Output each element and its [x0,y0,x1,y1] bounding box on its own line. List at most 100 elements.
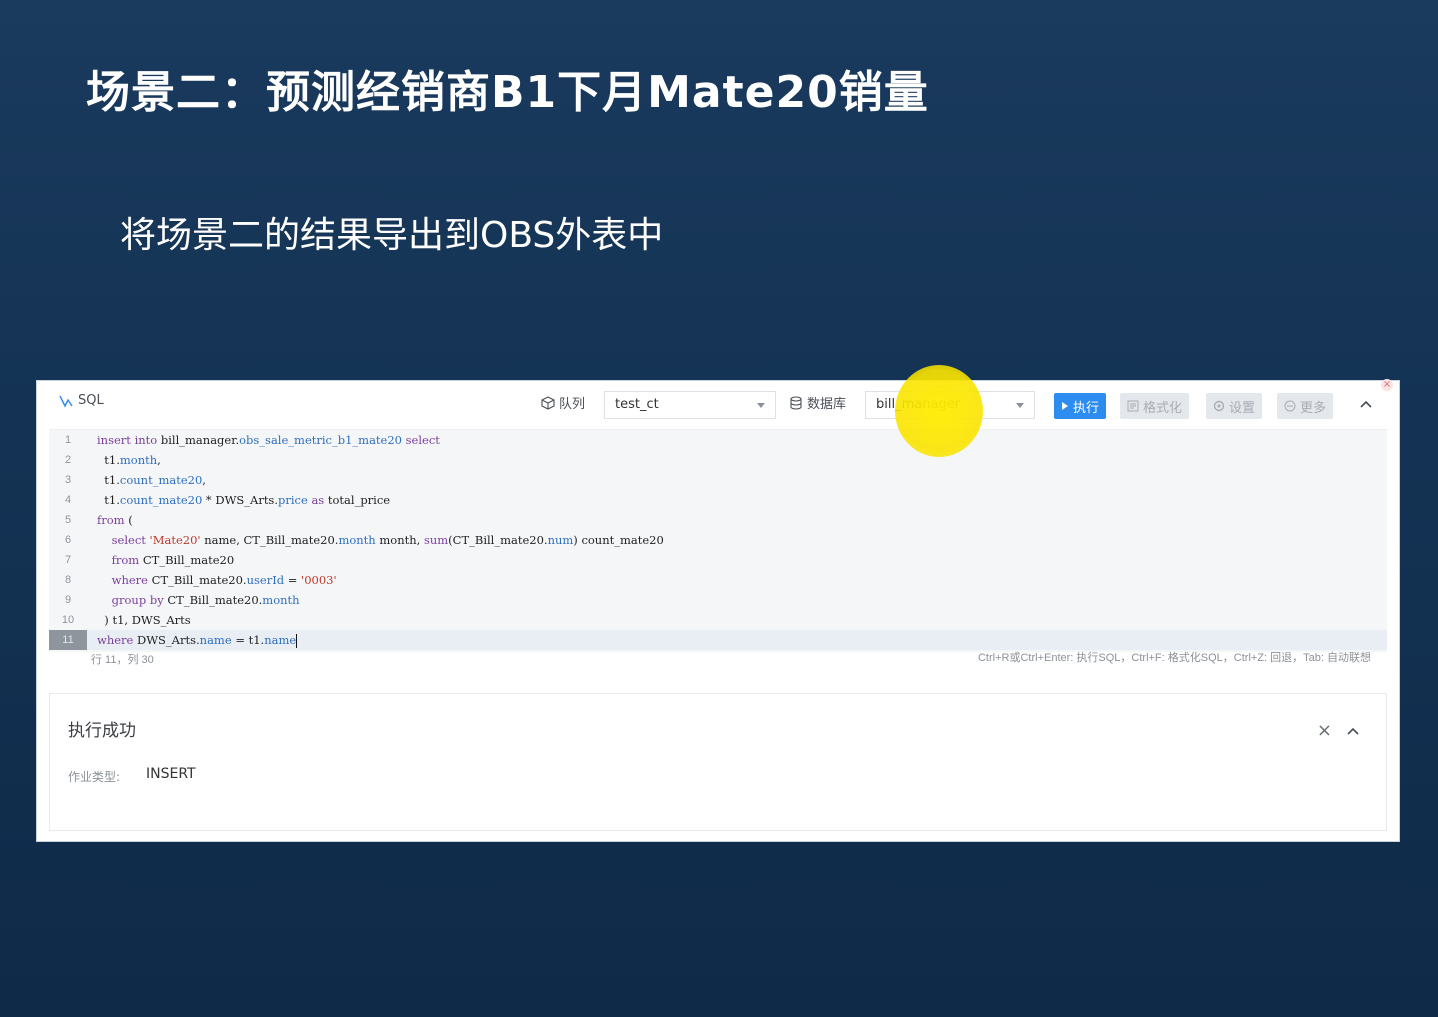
code-line[interactable]: 11 where DWS_Arts.name = t1.name [49,630,1387,650]
code-text: t1.month, [97,450,161,470]
code-line[interactable]: 1 insert into bill_manager.obs_sale_metri… [49,430,1387,450]
sql-tab[interactable]: SQL [59,393,104,408]
code-token: as [311,493,328,507]
queue-label-group: 队列 [541,393,585,412]
code-token: , [157,453,161,467]
format-button[interactable]: 格式化 [1120,393,1190,419]
sql-tab-label: SQL [78,393,104,408]
code-token: = t1. [235,633,265,647]
execute-button-label: 执行 [1073,400,1100,416]
execute-button[interactable]: 执行 [1054,393,1107,419]
code-token: ) t1, DWS_Arts [97,613,191,627]
code-token: month [338,533,380,547]
code-token: t1. [97,453,120,467]
job-type-label: 作业类型: [68,770,121,784]
gear-icon [1213,400,1225,412]
text-caret [296,634,298,648]
code-token: bill_manager. [160,433,240,447]
play-icon [1062,402,1068,410]
line-number: 11 [49,630,87,650]
code-token: CT_Bill_mate20. [167,593,263,607]
code-token: sum [423,533,449,547]
code-token: month [119,453,158,467]
format-icon [1127,400,1139,412]
code-text: t1.count_mate20, [97,470,206,490]
code-text: ) t1, DWS_Arts [97,610,191,630]
code-line[interactable]: 4 t1.count_mate20 * DWS_Arts.price as to… [49,490,1387,510]
queue-select[interactable]: test_ct [604,391,776,419]
format-button-label: 格式化 [1143,400,1183,416]
job-type-value: INSERT [146,766,196,782]
result-status: 执行成功 [68,721,136,741]
sql-icon [59,395,73,408]
line-number: 2 [64,454,72,466]
database-icon [790,395,802,410]
code-token: count_mate20 [119,473,203,487]
code-token: from [111,553,143,567]
more-button[interactable]: 更多 [1277,393,1334,419]
code-token: = [287,573,302,587]
code-token: where [97,633,138,647]
line-number: 7 [64,554,72,566]
code-token: name [264,633,297,647]
code-token: '0003' [301,573,337,587]
database-label: 数据库 [807,397,847,412]
code-editor[interactable]: 1 insert into bill_manager.obs_sale_metri… [49,429,1387,652]
chevron-down-icon [1016,403,1024,408]
queue-label: 队列 [559,397,586,412]
more-icon [1284,400,1296,412]
line-number: 4 [64,494,72,506]
code-token: into [134,433,161,447]
result-panel: 执行成功 × 作业类型: INSERT [49,693,1387,831]
code-token: group by [111,593,168,607]
code-line[interactable]: 8 where CT_Bill_mate20.userId = '0003' [49,570,1387,590]
code-token: from [97,513,129,527]
code-text: t1.count_mate20 * DWS_Arts.price as tota… [97,490,390,510]
code-token: ) count_mate20 [573,533,664,547]
chevron-up-icon[interactable] [1346,724,1360,738]
code-line[interactable]: 5 from ( [49,510,1387,530]
code-token: month, [379,533,424,547]
mouse-cursor-highlight [895,365,983,457]
code-line[interactable]: 2 t1.month, [49,450,1387,470]
queue-select-value: test_ct [615,397,659,412]
more-button-label: 更多 [1300,400,1327,416]
chevron-down-icon [757,403,765,408]
code-text: group by CT_Bill_mate20.month [97,590,300,610]
code-line[interactable]: 9 group by CT_Bill_mate20.month [49,590,1387,610]
code-line[interactable]: 6 select 'Mate20' name, CT_Bill_mate20.m… [49,530,1387,550]
code-line[interactable]: 3 t1.count_mate20, [49,470,1387,490]
code-token: price [278,493,312,507]
code-token: 'Mate20' [149,533,205,547]
code-token: select [111,533,150,547]
code-token: name, CT_Bill_mate20. [204,533,339,547]
code-token: , [202,473,206,487]
code-line[interactable]: 10 ) t1, DWS_Arts [49,610,1387,630]
code-token: (CT_Bill_mate20. [448,533,548,547]
code-text: where CT_Bill_mate20.userId = '0003' [97,570,337,590]
code-text: select 'Mate20' name, CT_Bill_mate20.mon… [97,530,664,550]
line-number: 5 [64,514,72,526]
code-token: t1. [97,493,120,507]
code-token: userId [246,573,288,587]
code-line[interactable]: 7 from CT_Bill_mate20 [49,550,1387,570]
close-icon[interactable]: × [1317,720,1332,741]
code-token: CT_Bill_mate20. [151,573,247,587]
chevron-up-icon[interactable] [1359,397,1373,411]
settings-button[interactable]: 设置 [1206,393,1263,419]
line-number: 3 [64,474,72,486]
editor-toolbar: SQL 队列 test_ct 数据库 bill_manager 执行 格式化 [37,381,1399,429]
code-token: insert [97,433,135,447]
slide-title: 场景二：预测经销商B1下月Mate20销量 [86,67,929,118]
code-token: t1. [97,473,120,487]
code-text: insert into bill_manager.obs_sale_metric… [97,430,440,450]
cube-icon [541,395,555,410]
line-number: 8 [64,574,72,586]
slide-subtitle: 将场景二的结果导出到OBS外表中 [120,215,664,256]
code-token: ( [128,513,133,527]
cursor-position: 行 11，列 30 [91,654,154,666]
